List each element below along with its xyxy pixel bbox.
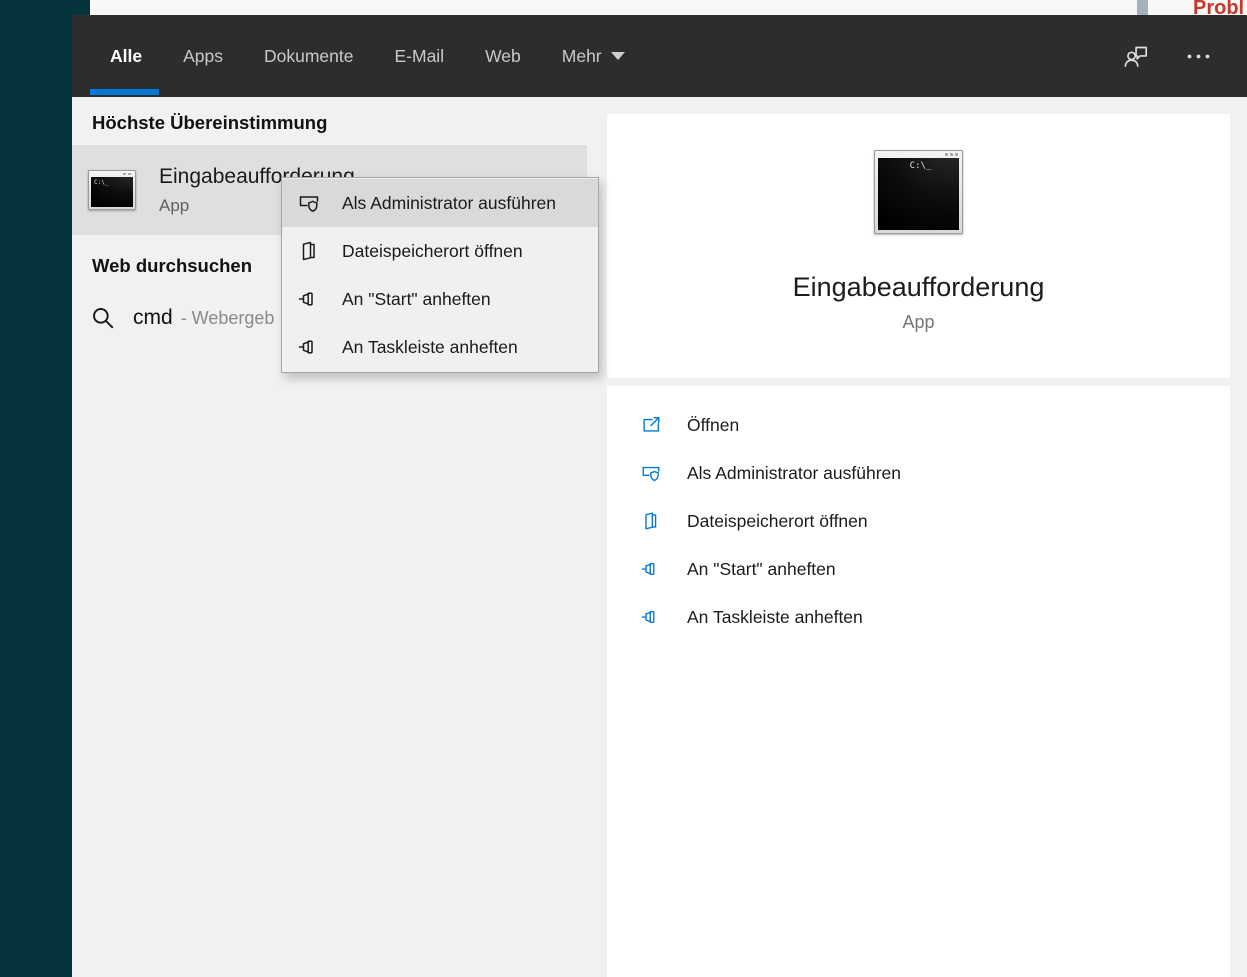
context-menu: Als Administrator ausführen Dateispeiche… <box>281 177 599 373</box>
web-search-query: cmd <box>133 306 173 330</box>
open-external-icon <box>640 414 662 436</box>
header-actions <box>1122 15 1212 97</box>
action-open[interactable]: Öffnen <box>607 401 1230 449</box>
windows-search-window: Alle Apps Dokumente E-Mail Web Mehr Höch… <box>72 15 1247 977</box>
person-feedback-icon[interactable] <box>1122 43 1149 70</box>
chevron-down-icon <box>611 52 625 60</box>
search-body: Höchste Übereinstimmung C:\_ Eingabeauff… <box>72 97 1247 977</box>
app-summary-card: C:\_ Eingabeaufforderung App <box>607 114 1230 378</box>
window-shield-icon <box>640 462 662 484</box>
menu-run-as-admin[interactable]: Als Administrator ausführen <box>282 179 598 227</box>
app-title: Eingabeaufforderung <box>607 271 1230 303</box>
tab-mehr[interactable]: Mehr <box>562 15 625 97</box>
action-open-file-location[interactable]: Dateispeicherort öffnen <box>607 497 1230 545</box>
pin-icon <box>297 335 321 359</box>
filter-tabs: Alle Apps Dokumente E-Mail Web Mehr <box>72 15 625 97</box>
action-pin-to-taskbar[interactable]: An Taskleiste anheften <box>607 593 1230 641</box>
menu-open-file-location[interactable]: Dateispeicherort öffnen <box>282 227 598 275</box>
folder-location-icon <box>640 510 662 532</box>
cmd-terminal-icon-large: C:\_ <box>874 150 963 234</box>
pin-icon <box>297 287 321 311</box>
window-shield-icon <box>297 191 321 215</box>
ellipsis-icon[interactable] <box>1185 43 1212 70</box>
search-filter-bar: Alle Apps Dokumente E-Mail Web Mehr <box>72 15 1247 97</box>
pin-icon <box>640 558 662 580</box>
tab-apps[interactable]: Apps <box>183 15 223 97</box>
app-type: App <box>607 312 1230 333</box>
menu-pin-to-start[interactable]: An "Start" anheften <box>282 275 598 323</box>
folder-location-icon <box>297 239 321 263</box>
action-run-as-admin[interactable]: Als Administrator ausführen <box>607 449 1230 497</box>
section-best-match-heading: Höchste Übereinstimmung <box>92 112 587 134</box>
background-heading-fragment: Probl <box>1193 0 1244 15</box>
detail-panel: C:\_ Eingabeaufforderung App Öffnen Als … <box>587 97 1247 977</box>
menu-pin-to-taskbar[interactable]: An Taskleiste anheften <box>282 323 598 371</box>
background-scrollbar <box>1137 0 1148 15</box>
pin-icon <box>640 606 662 628</box>
search-icon <box>90 305 116 331</box>
app-actions-card: Öffnen Als Administrator ausführen Datei… <box>607 386 1230 977</box>
tab-alle[interactable]: Alle <box>110 15 142 97</box>
tab-mehr-label: Mehr <box>562 46 602 67</box>
web-search-suffix: - Webergeb <box>181 308 275 329</box>
tab-dokumente[interactable]: Dokumente <box>264 15 354 97</box>
action-pin-to-start[interactable]: An "Start" anheften <box>607 545 1230 593</box>
tab-web[interactable]: Web <box>485 15 521 97</box>
tab-email[interactable]: E-Mail <box>395 15 445 97</box>
cmd-terminal-icon: C:\_ <box>88 170 136 210</box>
background-page-strip: Probl <box>0 0 1247 15</box>
